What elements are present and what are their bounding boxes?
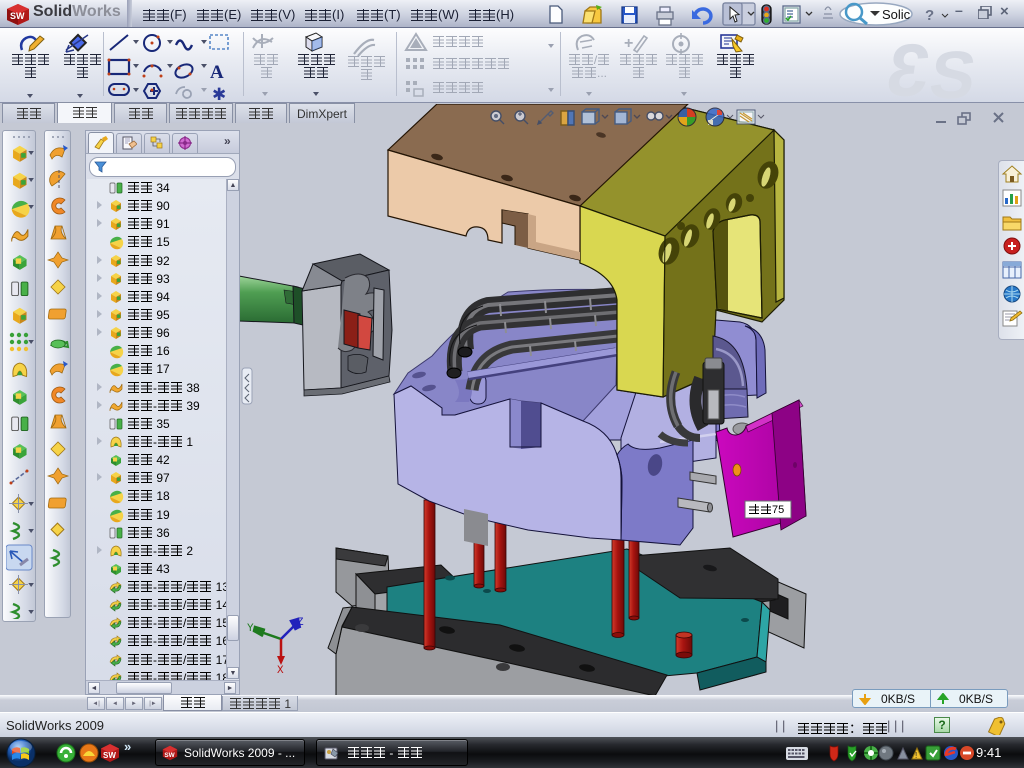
svg-text:?: ? — [925, 7, 934, 24]
svg-text:+: + — [624, 35, 633, 52]
svg-text:SW: SW — [10, 11, 25, 21]
svg-text:SW: SW — [103, 751, 116, 760]
svg-text:A: A — [210, 62, 224, 83]
svg-text:3: 3 — [882, 29, 935, 102]
svg-text:X: X — [277, 665, 284, 677]
svg-text:S: S — [925, 38, 980, 102]
svg-text:Solic: Solic — [882, 7, 911, 22]
svg-text:Z: Z — [297, 617, 304, 629]
svg-text:!: ! — [915, 751, 917, 760]
svg-text:SW: SW — [164, 752, 175, 759]
svg-text:Y: Y — [247, 623, 254, 635]
svg-text:✱: ✱ — [212, 85, 226, 104]
